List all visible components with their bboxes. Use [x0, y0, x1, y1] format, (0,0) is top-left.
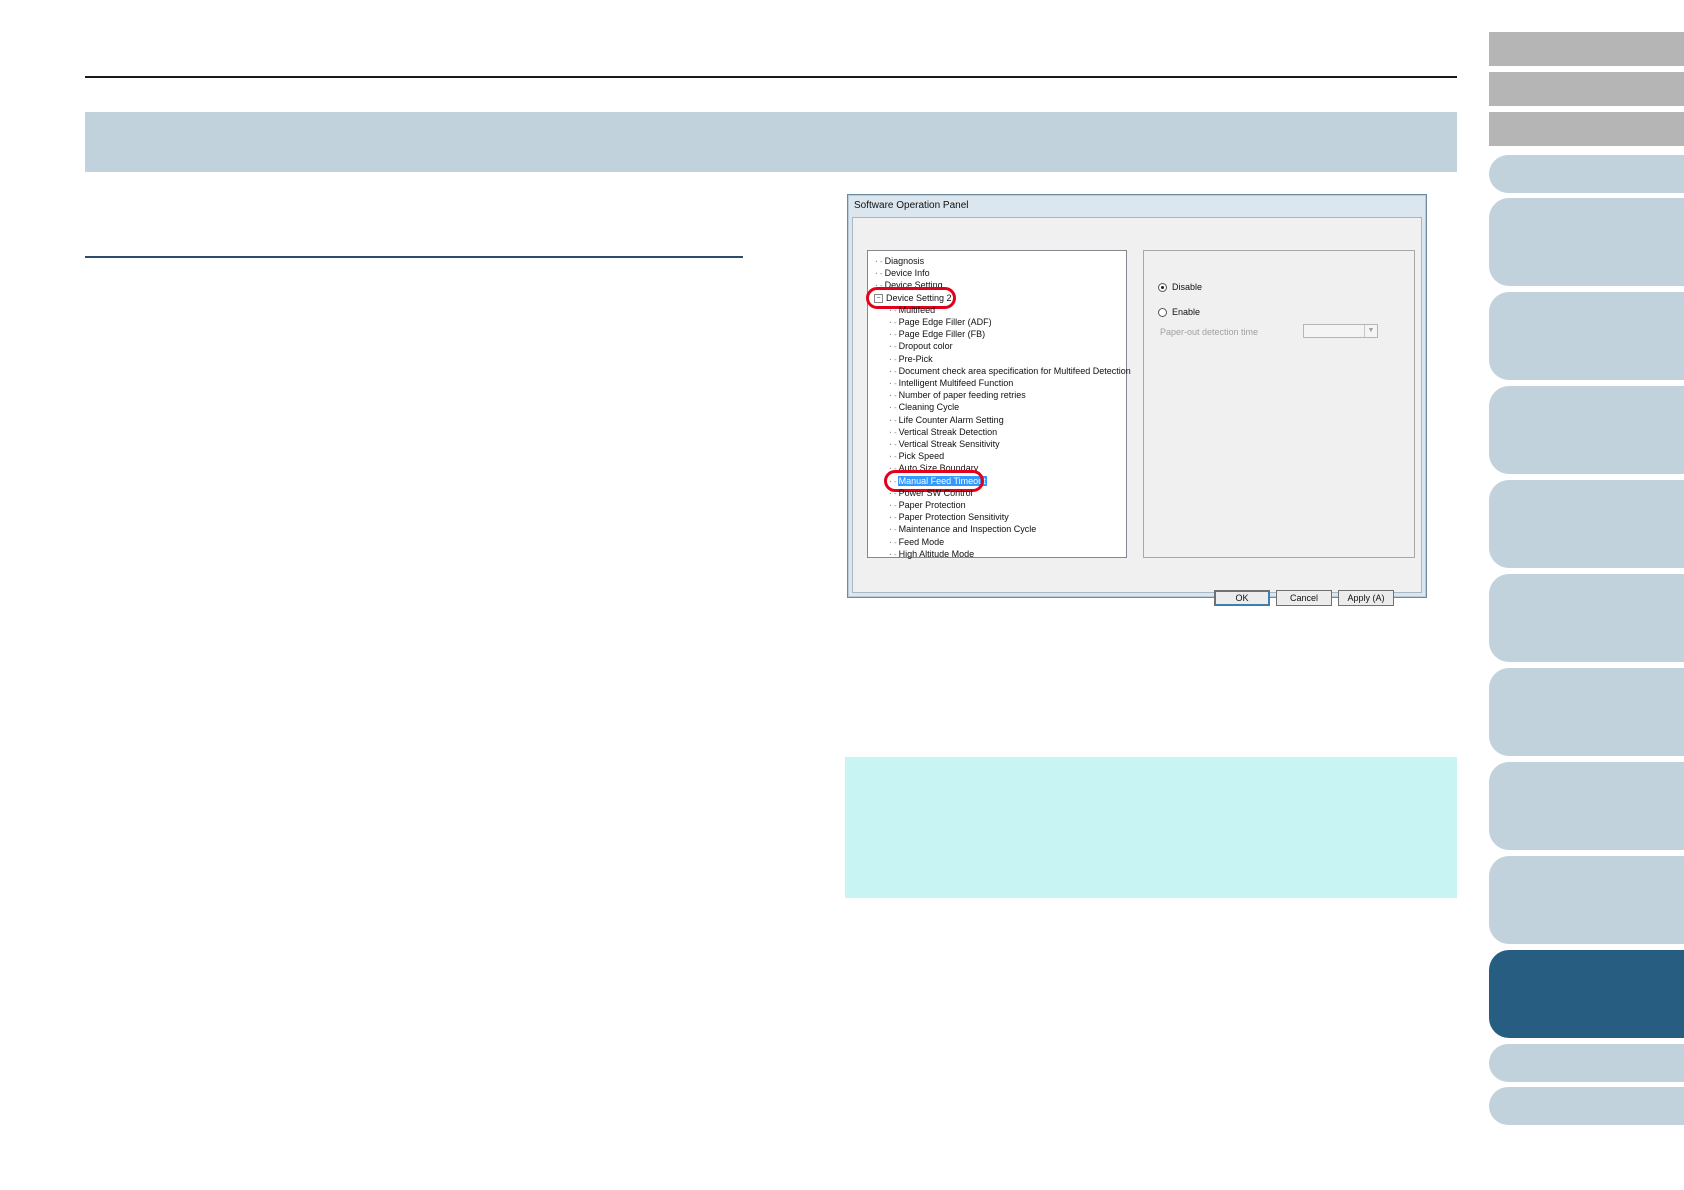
tree-item[interactable]: ·-Power SW Control	[888, 487, 974, 499]
ok-button[interactable]: OK	[1214, 590, 1270, 606]
tree-connector: ·-	[888, 525, 898, 535]
tree-connector: ·-	[888, 440, 898, 449]
tree-item[interactable]: ·-Paper Protection Sensitivity	[888, 511, 1010, 523]
tree-item[interactable]: ·-Page Edge Filler (FB)	[888, 328, 986, 340]
tree-item-label: Page Edge Filler (FB)	[898, 329, 986, 340]
tree-item[interactable]: ·-Vertical Streak Detection	[888, 426, 998, 438]
nav-tab-top-2[interactable]	[1489, 72, 1684, 106]
tree-connector: ·-	[888, 513, 898, 523]
tree-item[interactable]: ·-Document check area specification for …	[888, 365, 1132, 377]
tree-item[interactable]: ·-Pre-Pick	[888, 353, 934, 365]
nav-tab-6[interactable]	[1489, 574, 1684, 662]
tree-connector: ·-	[888, 501, 898, 510]
tree-item-label: Maintenance and Inspection Cycle	[898, 524, 1037, 535]
tree-connector: ·-	[888, 366, 898, 376]
nav-tab-12[interactable]	[1489, 1087, 1684, 1125]
tree-item-label: Number of paper feeding retries	[898, 390, 1026, 401]
nav-tab-4[interactable]	[1489, 386, 1684, 474]
tree-item-label: Paper Protection	[898, 500, 966, 510]
nav-tab-3[interactable]	[1489, 292, 1684, 380]
nav-tab-top-1[interactable]	[1489, 32, 1684, 66]
nav-tab-1[interactable]	[1489, 155, 1684, 193]
dialog-body: ·-Diagnosis ·-Device Info ·-Device Setting…	[852, 217, 1422, 606]
tree-item[interactable]: ·-Device Info	[874, 267, 931, 279]
software-operation-panel-dialog: Software Operation Panel ·-Diagnosis ·-De…	[847, 194, 1427, 606]
tree-item-label: Device Info	[884, 268, 930, 279]
tree-item[interactable]: ·-Dropout color	[888, 340, 954, 352]
tree-item[interactable]: ·-Diagnosis	[874, 255, 925, 267]
tree-item[interactable]: ·-Multifeed	[888, 304, 936, 316]
disable-option[interactable]: Disable	[1158, 281, 1202, 293]
tree-connector: ·-	[888, 427, 898, 437]
tree-connector: ·-	[888, 537, 898, 547]
tree-connector: ·-	[888, 549, 898, 559]
tree-connector: ·-	[888, 403, 898, 413]
tree-connector: ·-	[888, 488, 898, 498]
settings-panel: Disable Enable Paper-out detection time …	[1143, 250, 1415, 558]
tree-item-label: Page Edge Filler (ADF)	[898, 317, 992, 327]
radio-disable-icon[interactable]	[1158, 283, 1167, 293]
chevron-down-icon: ▼	[1364, 325, 1377, 337]
tree-item[interactable]: ·-Maintenance and Inspection Cycle	[888, 523, 1037, 535]
paper-out-detection-label: Paper-out detection time	[1160, 327, 1259, 337]
nav-tab-2[interactable]	[1489, 198, 1684, 286]
tree-item-label: Document check area specification for Mu…	[898, 365, 1131, 376]
section-title-band	[85, 112, 1457, 172]
tree-connector: ·-	[874, 257, 884, 266]
tree-item-label: Feed Mode	[898, 536, 945, 547]
nav-tab-top-3[interactable]	[1489, 112, 1684, 146]
tree-item-label: Life Counter Alarm Setting	[898, 414, 1004, 425]
radio-enable-icon[interactable]	[1158, 308, 1167, 318]
tree-item-label: Intelligent Multifeed Function	[898, 378, 1014, 388]
tree-item[interactable]: ·-Vertical Streak Sensitivity	[888, 438, 1001, 450]
note-box	[845, 757, 1457, 898]
tree-connector: ·-	[888, 452, 898, 462]
tree-item[interactable]: ·-Cleaning Cycle	[888, 401, 960, 413]
tree-item[interactable]: ·-Feed Mode	[888, 536, 945, 548]
apply-button[interactable]: Apply (A)	[1338, 590, 1394, 606]
tree-item-label: Power SW Control	[898, 487, 973, 498]
tree-item-label: High Altitude Mode	[898, 548, 975, 559]
header-rule	[85, 76, 1457, 78]
tree-item[interactable]: ·-Pick Speed	[888, 450, 945, 462]
cancel-button[interactable]: Cancel	[1276, 590, 1332, 606]
nav-tab-10-active[interactable]	[1489, 950, 1684, 1038]
tree-item[interactable]: ·-Life Counter Alarm Setting	[888, 414, 1005, 426]
tree-item[interactable]: ·-Number of paper feeding retries	[888, 389, 1027, 401]
tree-connector: ·-	[888, 330, 898, 340]
tree-connector: ·-	[888, 379, 898, 388]
tree-item-label: Cleaning Cycle	[898, 402, 960, 413]
tree-connector: ·-	[888, 305, 898, 315]
enable-option[interactable]: Enable	[1158, 306, 1200, 318]
nav-tab-7[interactable]	[1489, 668, 1684, 756]
tree-item-label: Vertical Streak Sensitivity	[898, 439, 1000, 449]
tree-item-label: Diagnosis	[884, 256, 925, 266]
tree-connector: ·-	[888, 354, 898, 364]
tree-item-label: Multifeed	[898, 304, 936, 315]
subsection-rule	[85, 256, 743, 258]
tree-item-label: Dropout color	[898, 341, 953, 352]
tree-item[interactable]: ·-Paper Protection	[888, 499, 967, 511]
tree-item-label: Paper Protection Sensitivity	[898, 512, 1009, 523]
tree-item-label: Pick Speed	[898, 451, 945, 462]
tree-connector: ·-	[888, 342, 898, 352]
tree-connector: ·-	[888, 318, 898, 327]
tree-connector: ·-	[888, 391, 898, 401]
tree-item-label: Pre-Pick	[898, 353, 933, 364]
nav-tab-8[interactable]	[1489, 762, 1684, 850]
enable-label: Enable	[1172, 307, 1201, 317]
tree-item[interactable]: ·-Page Edge Filler (ADF)	[888, 316, 993, 328]
tree-item[interactable]: ·-High Altitude Mode	[888, 548, 975, 560]
disable-label: Disable	[1172, 282, 1203, 292]
paper-out-detection-select: ▼	[1303, 324, 1378, 338]
nav-tab-5[interactable]	[1489, 480, 1684, 568]
tree-item-label: Vertical Streak Detection	[898, 426, 998, 437]
dialog-title: Software Operation Panel	[854, 200, 969, 211]
tree-connector: ·-	[888, 415, 898, 425]
nav-tab-11[interactable]	[1489, 1044, 1684, 1082]
nav-tab-9[interactable]	[1489, 856, 1684, 944]
tree-connector: ·-	[874, 269, 884, 279]
settings-tree[interactable]: ·-Diagnosis ·-Device Info ·-Device Setting…	[866, 250, 1131, 560]
tree-item[interactable]: ·-Intelligent Multifeed Function	[888, 377, 1014, 389]
